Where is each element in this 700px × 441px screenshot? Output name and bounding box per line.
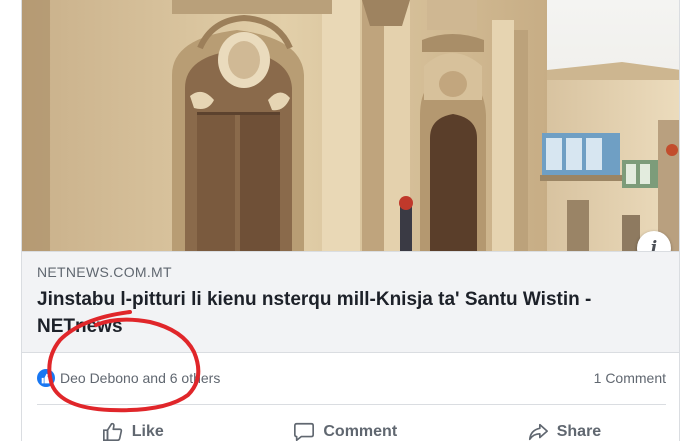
thumbs-up-icon (37, 369, 55, 387)
facebook-post-card: i NETNEWS.COM.MT Jinstabu l-pitturi li k… (21, 0, 680, 441)
actions-divider (37, 404, 666, 405)
comment-button[interactable]: Comment (275, 417, 415, 441)
share-button[interactable]: Share (509, 417, 619, 441)
comment-label: Comment (323, 423, 398, 440)
reactions-summary[interactable]: Deo Debono and 6 others (37, 369, 220, 387)
share-arrow-icon (527, 421, 549, 441)
speech-bubble-icon (293, 421, 315, 441)
engagement-summary: Deo Debono and 6 others 1 Comment (37, 363, 666, 393)
link-title[interactable]: Jinstabu l-pitturi li kienu nsterqu mill… (37, 286, 667, 340)
reactions-text: Deo Debono and 6 others (60, 370, 221, 386)
like-button[interactable]: Like (84, 417, 182, 441)
link-domain: NETNEWS.COM.MT (37, 264, 172, 280)
link-preview-image[interactable]: i (22, 0, 679, 251)
comments-count-link[interactable]: 1 Comment (594, 370, 666, 386)
church-facade-photo (22, 0, 679, 251)
link-preview-details[interactable]: NETNEWS.COM.MT Jinstabu l-pitturi li kie… (22, 251, 679, 353)
share-label: Share (556, 423, 602, 440)
thumbs-up-icon (102, 421, 124, 441)
like-label: Like (131, 423, 164, 440)
post-actions-bar: Like Comment Share (37, 414, 666, 441)
